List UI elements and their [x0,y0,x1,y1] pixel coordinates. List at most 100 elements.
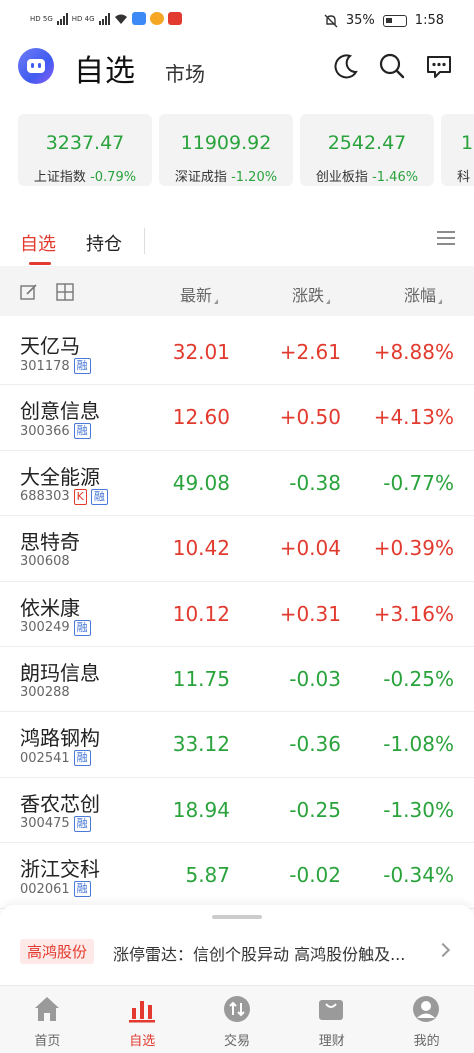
stock-code-line: 300288 [20,685,70,700]
stock-code: 300288 [20,684,70,700]
market-tab[interactable]: 市场 [165,58,205,87]
grid-view-icon[interactable] [56,283,74,301]
cloud-app-icon [131,12,146,25]
stock-change-pct: +8.88% [373,340,454,364]
message-icon[interactable] [425,52,453,80]
news-sheet[interactable]: 高鸿股份 涨停雷达：信创个股异动 高鸿股份触及... [0,905,474,985]
clock: 1:58 [414,13,444,28]
drag-handle[interactable] [212,915,262,919]
margin-tag: 融 [73,750,91,767]
search-icon[interactable] [378,52,406,80]
stock-code-line: 300475 融 [20,815,91,832]
nav-profile[interactable]: 我的 [379,986,474,1053]
red-app-icon [167,12,182,25]
news-stock-badge[interactable]: 高鸿股份 [20,939,95,964]
stock-change: -0.25 [289,797,341,822]
status-bar: HD 5G HD 4G 35% 1:58 [0,0,474,44]
index-name: 深证成指 [174,170,227,185]
nav-watchlist[interactable]: 自选 [95,986,190,1053]
network-indicator-1: HD 5G [30,14,53,23]
index-card-star[interactable]: 1 科 [441,114,474,186]
sort-latest[interactable]: 最新 [180,282,219,306]
active-tab-indicator [29,262,51,265]
nav-wealth[interactable]: 理财 [284,986,379,1053]
stock-row[interactable]: 大全能源 688303 K 融 49.08 -0.38 -0.77% [0,451,474,517]
stock-code-line: 002061 融 [20,881,91,898]
index-cards: 3237.47 上证指数 -0.79% 11909.92 深证成指 -1.20%… [18,114,474,186]
battery-icon [382,14,407,27]
stock-row[interactable]: 依米康 300249 融 10.12 +0.31 +3.16% [0,582,474,647]
sort-change[interactable]: 涨跌 [292,282,331,306]
index-value: 1 [461,132,474,154]
trade-icon [223,996,250,1022]
stock-change-pct: -0.34% [383,863,454,888]
nav-label: 交易 [223,1034,250,1049]
index-name: 科 [457,170,471,185]
stock-row[interactable]: 浙江交科 002061 融 5.87 -0.02 -0.34% [0,843,474,909]
news-headline[interactable]: 涨停雷达：信创个股异动 高鸿股份触及... [113,941,443,965]
stock-name: 鸿路钢构 [20,726,100,751]
stock-change-pct: -0.25% [383,666,454,691]
index-value: 11909.92 [180,132,272,154]
index-card-shenzhen[interactable]: 11909.92 深证成指 -1.20% [159,114,293,186]
index-name: 上证指数 [33,170,86,185]
stock-price: 5.87 [185,863,230,888]
stock-change: +0.50 [279,405,341,430]
stock-row[interactable]: 思特奇 300608 10.42 +0.04 +0.39% [0,516,474,582]
stock-row[interactable]: 朗玛信息 300288 11.75 -0.03 -0.25% [0,647,474,713]
index-label: 创业板指 -1.46% [300,166,434,185]
sort-icon [326,299,331,304]
edit-icon[interactable] [20,283,38,301]
watchlist-tabs: 自选 持仓 [0,218,474,266]
nav-label: 首页 [34,1034,61,1049]
stock-name: 创意信息 [20,399,100,424]
stock-change: +0.31 [279,601,341,626]
margin-tag: 融 [73,358,91,374]
night-mode-icon[interactable] [332,52,360,80]
stock-code: 002541 [20,750,70,766]
nav-home[interactable]: 首页 [0,986,95,1053]
column-latest-label: 最新 [180,286,213,305]
stock-row[interactable]: 鸿路钢构 002541 融 33.12 -0.36 -1.08% [0,712,474,778]
index-card-chinext[interactable]: 2542.47 创业板指 -1.46% [300,114,434,186]
stock-name: 天亿马 [20,334,80,358]
index-label: 科 [457,166,474,185]
index-card-shanghai[interactable]: 3237.47 上证指数 -0.79% [18,114,152,186]
stock-code-line: 688303 K 融 [20,488,108,505]
stock-price: 10.12 [172,601,230,626]
stock-name: 依米康 [20,595,80,620]
stock-change-pct: -0.77% [383,470,454,495]
stock-code-line: 002541 融 [20,750,91,767]
stock-change: -0.38 [289,470,341,495]
stock-price: 18.94 [172,797,230,822]
stock-code: 300475 [20,816,70,832]
stock-row[interactable]: 香农芯创 300475 融 18.94 -0.25 -1.30% [0,778,474,844]
stock-change: +2.61 [279,340,341,364]
stock-row[interactable]: 创意信息 300366 融 12.60 +0.50 +4.13% [0,385,474,451]
stock-code: 300366 [20,423,70,439]
index-change: -1.46% [372,170,419,185]
tab-watchlist[interactable]: 自选 [20,230,56,256]
app-logo-icon[interactable] [18,48,54,84]
signal-icon-2 [98,12,110,25]
index-change: -1.20% [231,170,278,185]
stock-change-pct: +3.16% [373,601,454,626]
stock-change: -0.02 [289,863,341,888]
nav-trade[interactable]: 交易 [190,986,285,1053]
star-market-tag: K [73,488,87,505]
tab-divider [144,228,145,254]
sort-icon [214,299,219,304]
margin-tag: 融 [73,815,91,832]
stock-change-pct: +0.39% [373,536,454,561]
sort-change-pct[interactable]: 涨幅 [404,282,443,306]
nav-label: 我的 [413,1034,440,1049]
stock-change-pct: +4.13% [373,405,454,430]
column-change-label: 涨跌 [292,286,325,305]
stock-code: 301178 [20,358,70,374]
mute-icon [324,14,338,27]
tab-holdings[interactable]: 持仓 [86,230,122,256]
margin-tag: 融 [73,881,91,898]
home-icon [35,997,59,1021]
menu-icon[interactable] [436,230,456,246]
stock-row[interactable]: 天亿马 301178 融 32.01 +2.61 +8.88% [0,320,474,386]
